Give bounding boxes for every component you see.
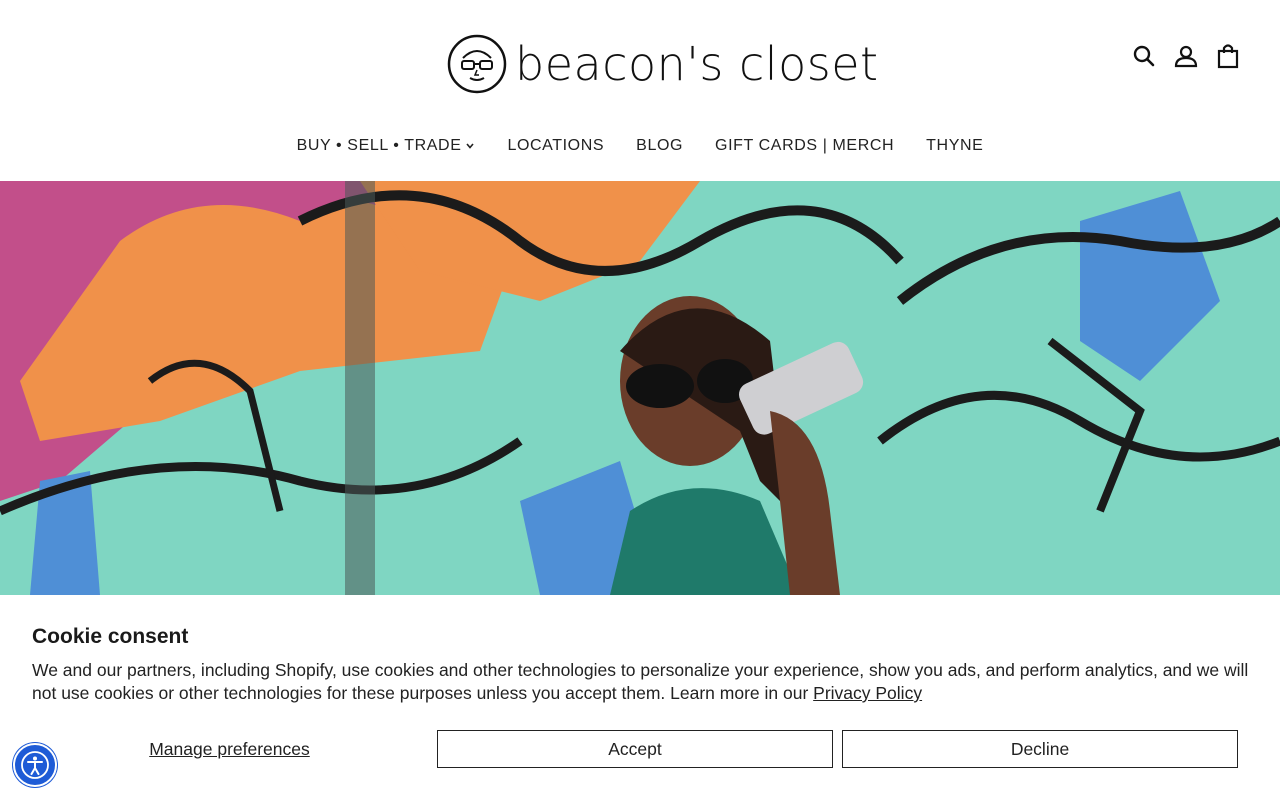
cookie-body-text: We and our partners, including Shopify, … bbox=[32, 660, 1249, 703]
header-icons bbox=[1130, 42, 1242, 70]
nav-item-label: LOCATIONS bbox=[507, 137, 605, 154]
privacy-policy-link[interactable]: Privacy Policy bbox=[813, 683, 922, 703]
graffiti-mural-illustration bbox=[0, 181, 1280, 595]
accessibility-icon bbox=[21, 751, 49, 779]
cart-icon[interactable] bbox=[1214, 42, 1242, 70]
accessibility-button[interactable] bbox=[13, 743, 57, 787]
decline-button[interactable]: Decline bbox=[842, 730, 1238, 768]
logo-face-icon bbox=[447, 34, 507, 94]
nav-item-label: THYNE bbox=[926, 137, 984, 154]
main-nav: BUY • SELL • TRADE LOCATIONS BLOG GIFT C… bbox=[0, 130, 1280, 162]
logo-wordmark: beacon's closet bbox=[515, 37, 879, 91]
accept-button[interactable]: Accept bbox=[437, 730, 833, 768]
cookie-description: We and our partners, including Shopify, … bbox=[32, 659, 1252, 705]
search-icon[interactable] bbox=[1130, 42, 1158, 70]
nav-item-locations[interactable]: LOCATIONS bbox=[491, 137, 620, 155]
nav-item-gift-cards-merch[interactable]: GIFT CARDS | MERCH bbox=[699, 137, 910, 155]
nav-item-label: BLOG bbox=[636, 137, 684, 154]
logo[interactable]: beacon's closet bbox=[447, 34, 879, 94]
site-header: beacon's closet BUY • SELL • TRADE LOCAT… bbox=[0, 0, 1280, 181]
cookie-consent-banner: Cookie consent We and our partners, incl… bbox=[0, 595, 1280, 800]
nav-item-label: BUY • SELL • TRADE bbox=[296, 137, 462, 154]
manage-preferences-button[interactable]: Manage preferences bbox=[32, 730, 427, 768]
account-icon[interactable] bbox=[1172, 42, 1200, 70]
nav-item-buy-sell-trade[interactable]: BUY • SELL • TRADE bbox=[281, 137, 492, 155]
nav-item-blog[interactable]: BLOG bbox=[620, 137, 699, 155]
nav-item-label: GIFT CARDS | MERCH bbox=[715, 137, 895, 154]
hero-image bbox=[0, 181, 1280, 595]
cookie-title: Cookie consent bbox=[32, 625, 189, 648]
nav-item-thyne[interactable]: THYNE bbox=[910, 137, 999, 155]
chevron-down-icon bbox=[466, 143, 475, 149]
